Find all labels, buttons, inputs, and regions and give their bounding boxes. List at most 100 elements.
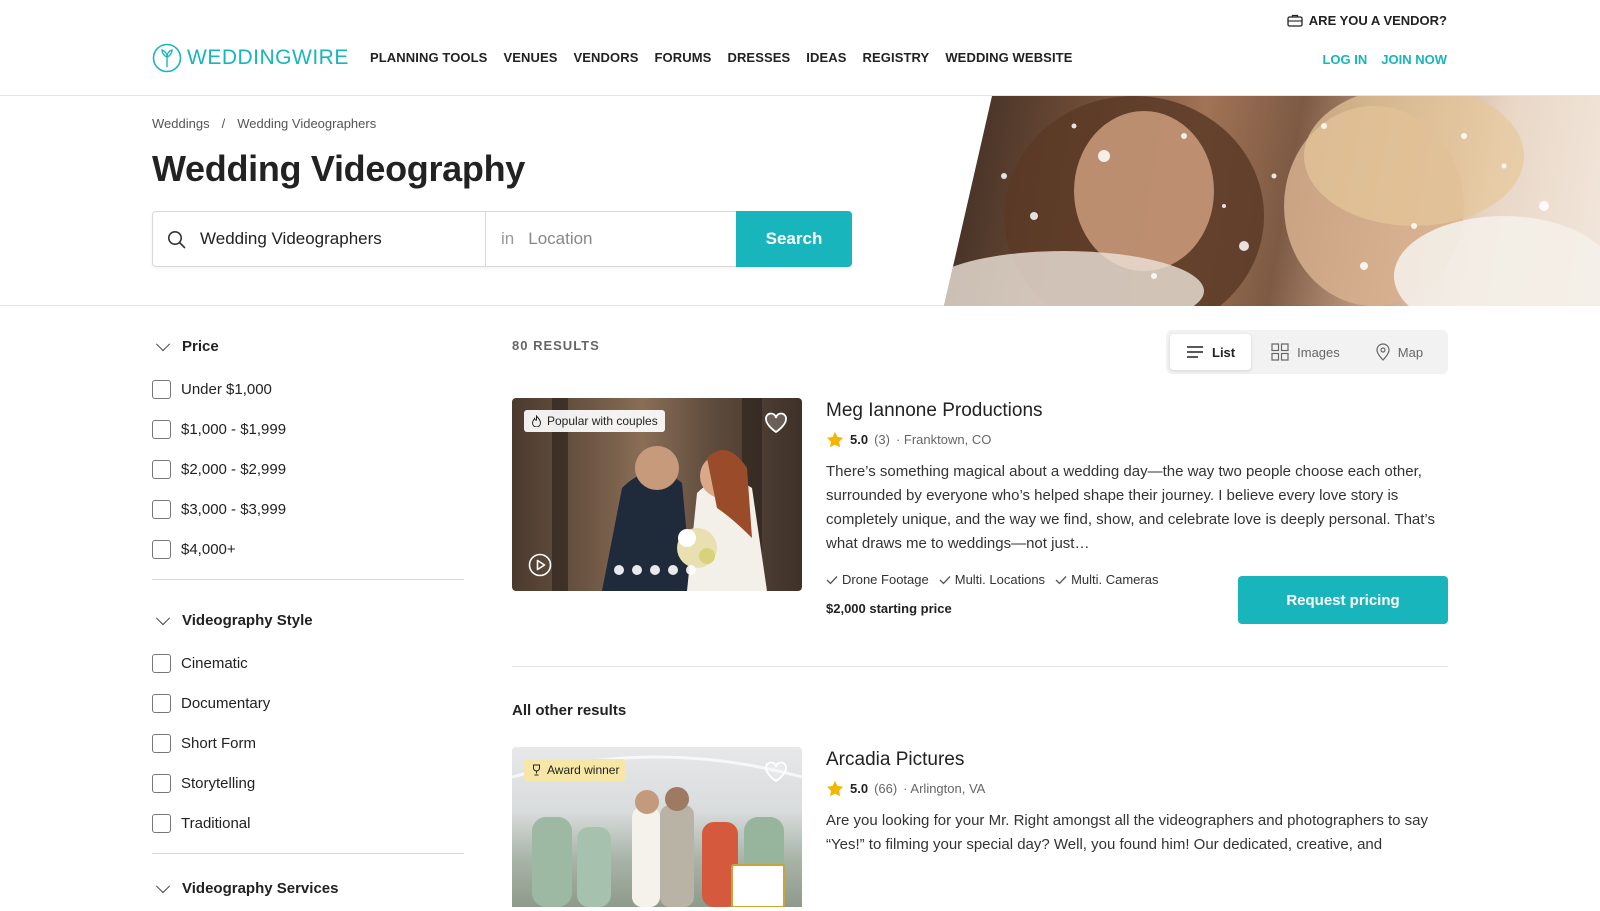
play-icon[interactable] [528, 553, 552, 577]
popular-icon [531, 415, 542, 427]
heart-icon[interactable] [764, 412, 788, 434]
heart-icon[interactable] [764, 761, 788, 783]
filter-title: Videography Services [182, 880, 339, 897]
trophy-icon [533, 764, 540, 776]
checkbox[interactable] [152, 773, 171, 793]
filter-head-videography-style[interactable]: Videography Style [152, 610, 464, 629]
checkbox[interactable] [152, 499, 171, 519]
nav-wedding-website[interactable]: WEDDING WEBSITE [945, 50, 1072, 65]
hero-image [944, 96, 1600, 306]
search-bar: in Search [152, 211, 852, 267]
chevron-down-icon [155, 610, 171, 625]
search-icon [168, 230, 186, 248]
vendor-link[interactable]: ARE YOU A VENDOR? [1287, 13, 1447, 28]
view-map-button[interactable]: Map [1360, 334, 1439, 370]
checkbox[interactable] [152, 459, 171, 479]
nav-vendors[interactable]: VENDORS [574, 50, 639, 65]
vendor-card-body: Arcadia Pictures 5.0 (66) · Arlington, V… [826, 747, 1448, 857]
filter-option[interactable]: Traditional [152, 803, 464, 843]
breadcrumb: Weddings / Wedding Videographers [152, 116, 376, 131]
breadcrumb-weddings[interactable]: Weddings [152, 116, 210, 131]
view-images-button[interactable]: Images [1255, 334, 1356, 370]
filter-option[interactable]: $3,000 - $3,999 [152, 489, 464, 529]
filter-option-label: $3,000 - $3,999 [181, 500, 287, 518]
filter-option-label: Cinematic [181, 654, 248, 672]
vendor-photo[interactable]: Award winner [512, 747, 802, 907]
filter-title: Price [182, 338, 219, 355]
filter-option[interactable]: Documentary [152, 683, 464, 723]
carousel-dots[interactable] [614, 565, 696, 575]
page-title: Wedding Videography [152, 148, 526, 189]
filter-head-videography-services[interactable]: Videography Services [152, 878, 464, 897]
filter-option-label: Traditional [181, 814, 251, 832]
check-icon [826, 575, 838, 584]
filter-group-price: Price Under $1,000 $1,000 - $1,999 $2,00… [152, 336, 464, 580]
filter-title: Videography Style [182, 612, 313, 629]
checkbox[interactable] [152, 539, 171, 559]
rating-value: 5.0 [850, 432, 869, 447]
vendor-description: There’s something magical about a weddin… [826, 463, 1435, 552]
check-icon [939, 575, 951, 584]
checkbox[interactable] [152, 813, 171, 833]
filter-option-label: Under $1,000 [181, 380, 272, 398]
login-link[interactable]: LOG IN [1322, 52, 1367, 67]
nav-ideas[interactable]: IDEAS [806, 50, 846, 65]
check-icon [1055, 575, 1067, 584]
feature-item: Drone Footage [826, 572, 929, 587]
filter-option[interactable]: Under $1,000 [152, 369, 464, 409]
vendor-photo[interactable]: Popular with couples [512, 398, 802, 591]
popular-badge: Popular with couples [524, 410, 665, 432]
search-button[interactable]: Search [736, 211, 852, 267]
location-input[interactable] [528, 229, 750, 249]
feature-item: Multi. Locations [939, 572, 1045, 587]
award-badge: Award winner [524, 759, 627, 781]
vendor-description: Are you looking for your Mr. Right among… [826, 812, 1429, 853]
logo[interactable]: WEDDINGWIRE [152, 43, 349, 73]
vendor-rating: 5.0 (66) · Arlington, VA [826, 780, 1448, 797]
vendor-location: · Arlington, VA [903, 781, 986, 796]
breadcrumb-current[interactable]: Wedding Videographers [237, 116, 376, 131]
filter-option[interactable]: $1,000 - $1,999 [152, 409, 464, 449]
logo-text: WEDDINGWIRE [187, 46, 349, 69]
category-input[interactable] [200, 229, 460, 249]
filter-option[interactable]: Storytelling [152, 763, 464, 803]
checkbox[interactable] [152, 419, 171, 439]
breadcrumb-separator: / [221, 116, 226, 131]
checkbox[interactable] [152, 733, 171, 753]
nav-venues[interactable]: VENUES [503, 50, 557, 65]
checkbox[interactable] [152, 693, 171, 713]
vendor-title[interactable]: Arcadia Pictures [826, 749, 1448, 771]
join-link[interactable]: JOIN NOW [1381, 52, 1447, 67]
filter-head-price[interactable]: Price [152, 336, 464, 355]
chevron-down-icon [155, 336, 171, 351]
checkbox[interactable] [152, 379, 171, 399]
filter-option-label: $2,000 - $2,999 [181, 460, 287, 478]
nav-forums[interactable]: FORUMS [655, 50, 712, 65]
filter-option[interactable]: Short Form [152, 723, 464, 763]
hero: Weddings / Wedding Videographers Wedding… [0, 96, 1600, 306]
vendor-location: · Franktown, CO [895, 432, 992, 447]
filters-sidebar: Price Under $1,000 $1,000 - $1,999 $2,00… [152, 306, 464, 911]
view-list-button[interactable]: List [1170, 334, 1252, 370]
filter-group-videography-style: Videography Style Cinematic Documentary … [152, 610, 464, 854]
nav-dresses[interactable]: DRESSES [727, 50, 790, 65]
filter-group-videography-services: Videography Services [152, 878, 464, 897]
vendor-title[interactable]: Meg Iannone Productions [826, 400, 1448, 422]
filter-option-label: Short Form [181, 734, 257, 752]
feature-label: Multi. Cameras [1071, 572, 1159, 587]
filter-option[interactable]: Cinematic [152, 643, 464, 683]
nav-registry[interactable]: REGISTRY [863, 50, 930, 65]
review-count[interactable]: (66) [874, 781, 897, 796]
checkbox[interactable] [152, 653, 171, 673]
auth-links: LOG IN JOIN NOW [1322, 52, 1447, 67]
view-images-label: Images [1297, 344, 1340, 360]
review-count[interactable]: (3) [874, 432, 890, 447]
feature-label: Drone Footage [842, 572, 929, 587]
location-search: in [486, 212, 750, 266]
badge-label: Award winner [547, 763, 620, 777]
filter-option[interactable]: $2,000 - $2,999 [152, 449, 464, 489]
nav-planning-tools[interactable]: PLANNING TOOLS [370, 50, 487, 65]
request-pricing-button[interactable]: Request pricing [1238, 576, 1448, 624]
results-count: 80 RESULTS [512, 338, 600, 353]
filter-option[interactable]: $4,000+ [152, 529, 464, 569]
